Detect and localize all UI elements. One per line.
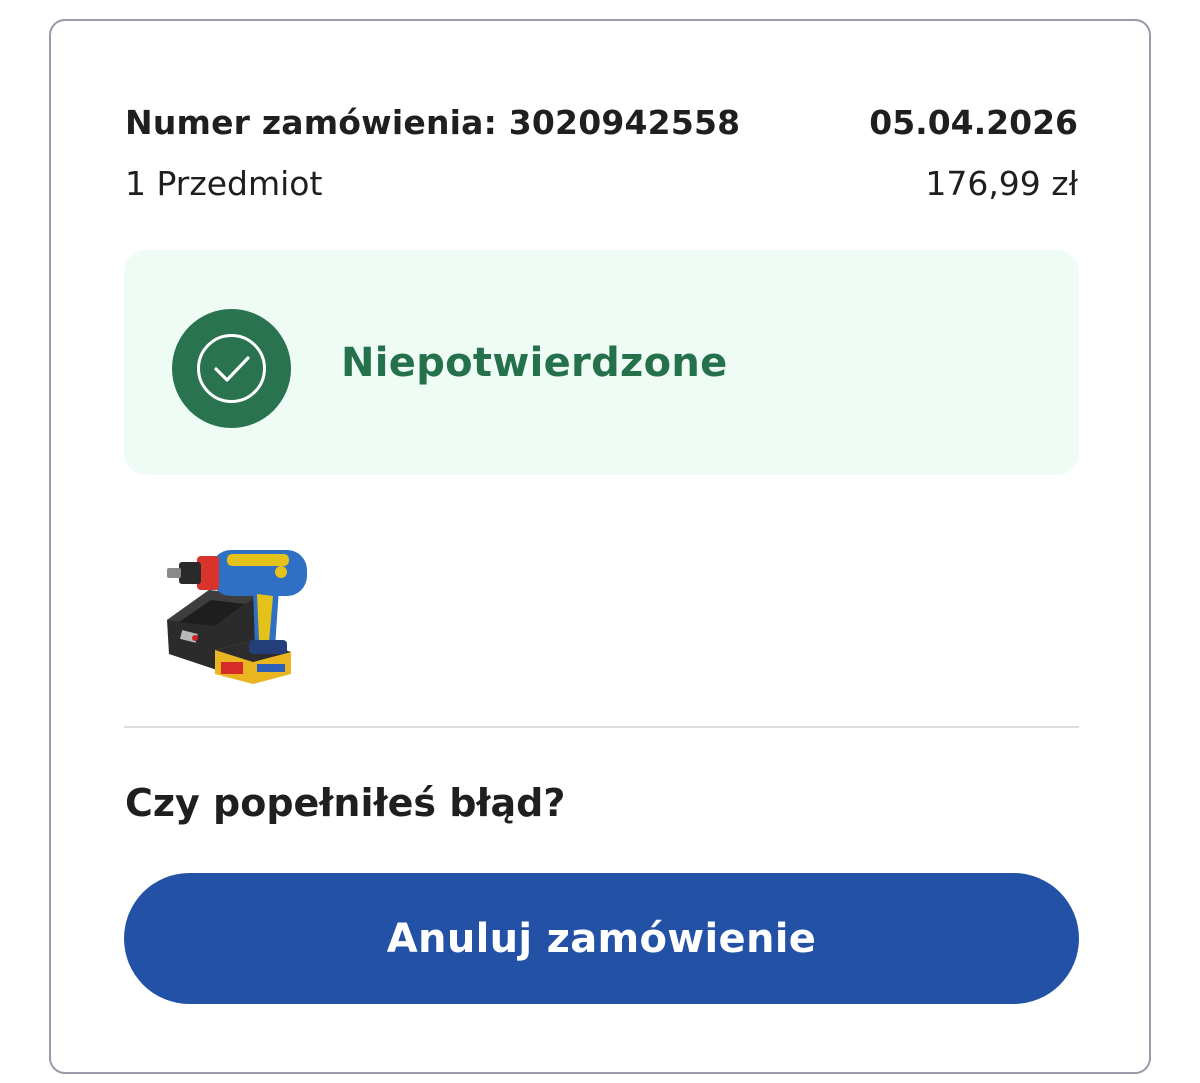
status-label: Niepotwierdzone [341, 340, 728, 386]
checkmark-circle-icon [172, 309, 291, 428]
product-thumbnail[interactable] [157, 524, 313, 686]
item-count: 1 Przedmiot [125, 164, 323, 203]
order-date: 05.04.2026 [869, 103, 1078, 142]
order-summary-row: 1 Przedmiot 176,99 zł [125, 164, 1078, 203]
cancel-order-button[interactable]: Anuluj zamówienie [124, 873, 1079, 1004]
order-price: 176,99 zł [925, 164, 1078, 203]
divider [124, 726, 1079, 728]
order-card: Numer zamówienia: 3020942558 05.04.2026 … [49, 19, 1151, 1074]
order-header-row: Numer zamówienia: 3020942558 05.04.2026 [125, 103, 1078, 142]
mistake-heading: Czy popełniłeś błąd? [125, 781, 566, 825]
order-status-banner: Niepotwierdzone [124, 250, 1079, 475]
order-number: Numer zamówienia: 3020942558 [125, 103, 741, 142]
